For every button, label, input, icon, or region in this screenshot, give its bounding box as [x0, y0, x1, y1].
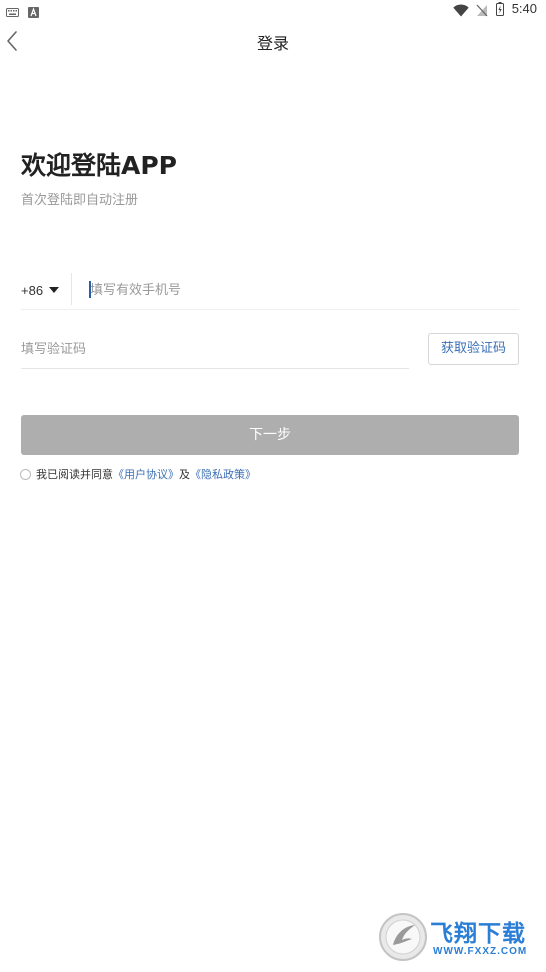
next-button[interactable]: 下一步 — [21, 415, 519, 455]
a-notification-icon — [28, 3, 39, 22]
watermark-url: WWW.FXXZ.COM — [433, 946, 528, 957]
page-title: 登录 — [256, 34, 289, 53]
phone-divider — [71, 273, 72, 305]
privacy-policy-link[interactable]: 《隐私政策》 — [190, 466, 256, 482]
text-cursor — [89, 281, 91, 298]
battery-icon — [496, 1, 504, 20]
agreement-row: 我已阅读并同意 《用户协议》 及 《隐私政策》 — [20, 466, 256, 482]
watermark-title: 飞翔下载 — [430, 921, 526, 947]
keyboard-icon — [6, 3, 19, 22]
wifi-icon — [453, 2, 469, 21]
user-agreement-link[interactable]: 《用户协议》 — [113, 466, 179, 482]
no-sim-icon — [476, 2, 488, 21]
verification-code-input[interactable] — [21, 337, 401, 361]
phone-input[interactable] — [88, 278, 510, 302]
status-bar: 5:40 — [0, 0, 546, 18]
login-screen: 5:40 登录 欢迎登陆APP 首次登陆即自动注册 +86 获取验证码 下一步 … — [0, 0, 546, 972]
triangle-down-icon — [49, 287, 60, 293]
agreement-connector: 及 — [179, 468, 190, 481]
watermark-logo — [379, 913, 427, 961]
agree-radio[interactable] — [20, 468, 31, 480]
phone-underline — [21, 309, 519, 310]
agreement-prefix: 我已阅读并同意 — [36, 468, 113, 481]
status-time: 5:40 — [511, 1, 537, 16]
welcome-title: 欢迎登陆APP — [21, 151, 177, 180]
welcome-subtitle: 首次登陆即自动注册 — [21, 193, 139, 208]
country-code-selector[interactable]: +86 — [21, 280, 60, 300]
get-code-button[interactable]: 获取验证码 — [428, 333, 519, 365]
watermark: 飞翔下载 WWW.FXXZ.COM — [378, 910, 538, 966]
code-underline — [21, 368, 409, 369]
country-code-text: +86 — [21, 282, 44, 298]
